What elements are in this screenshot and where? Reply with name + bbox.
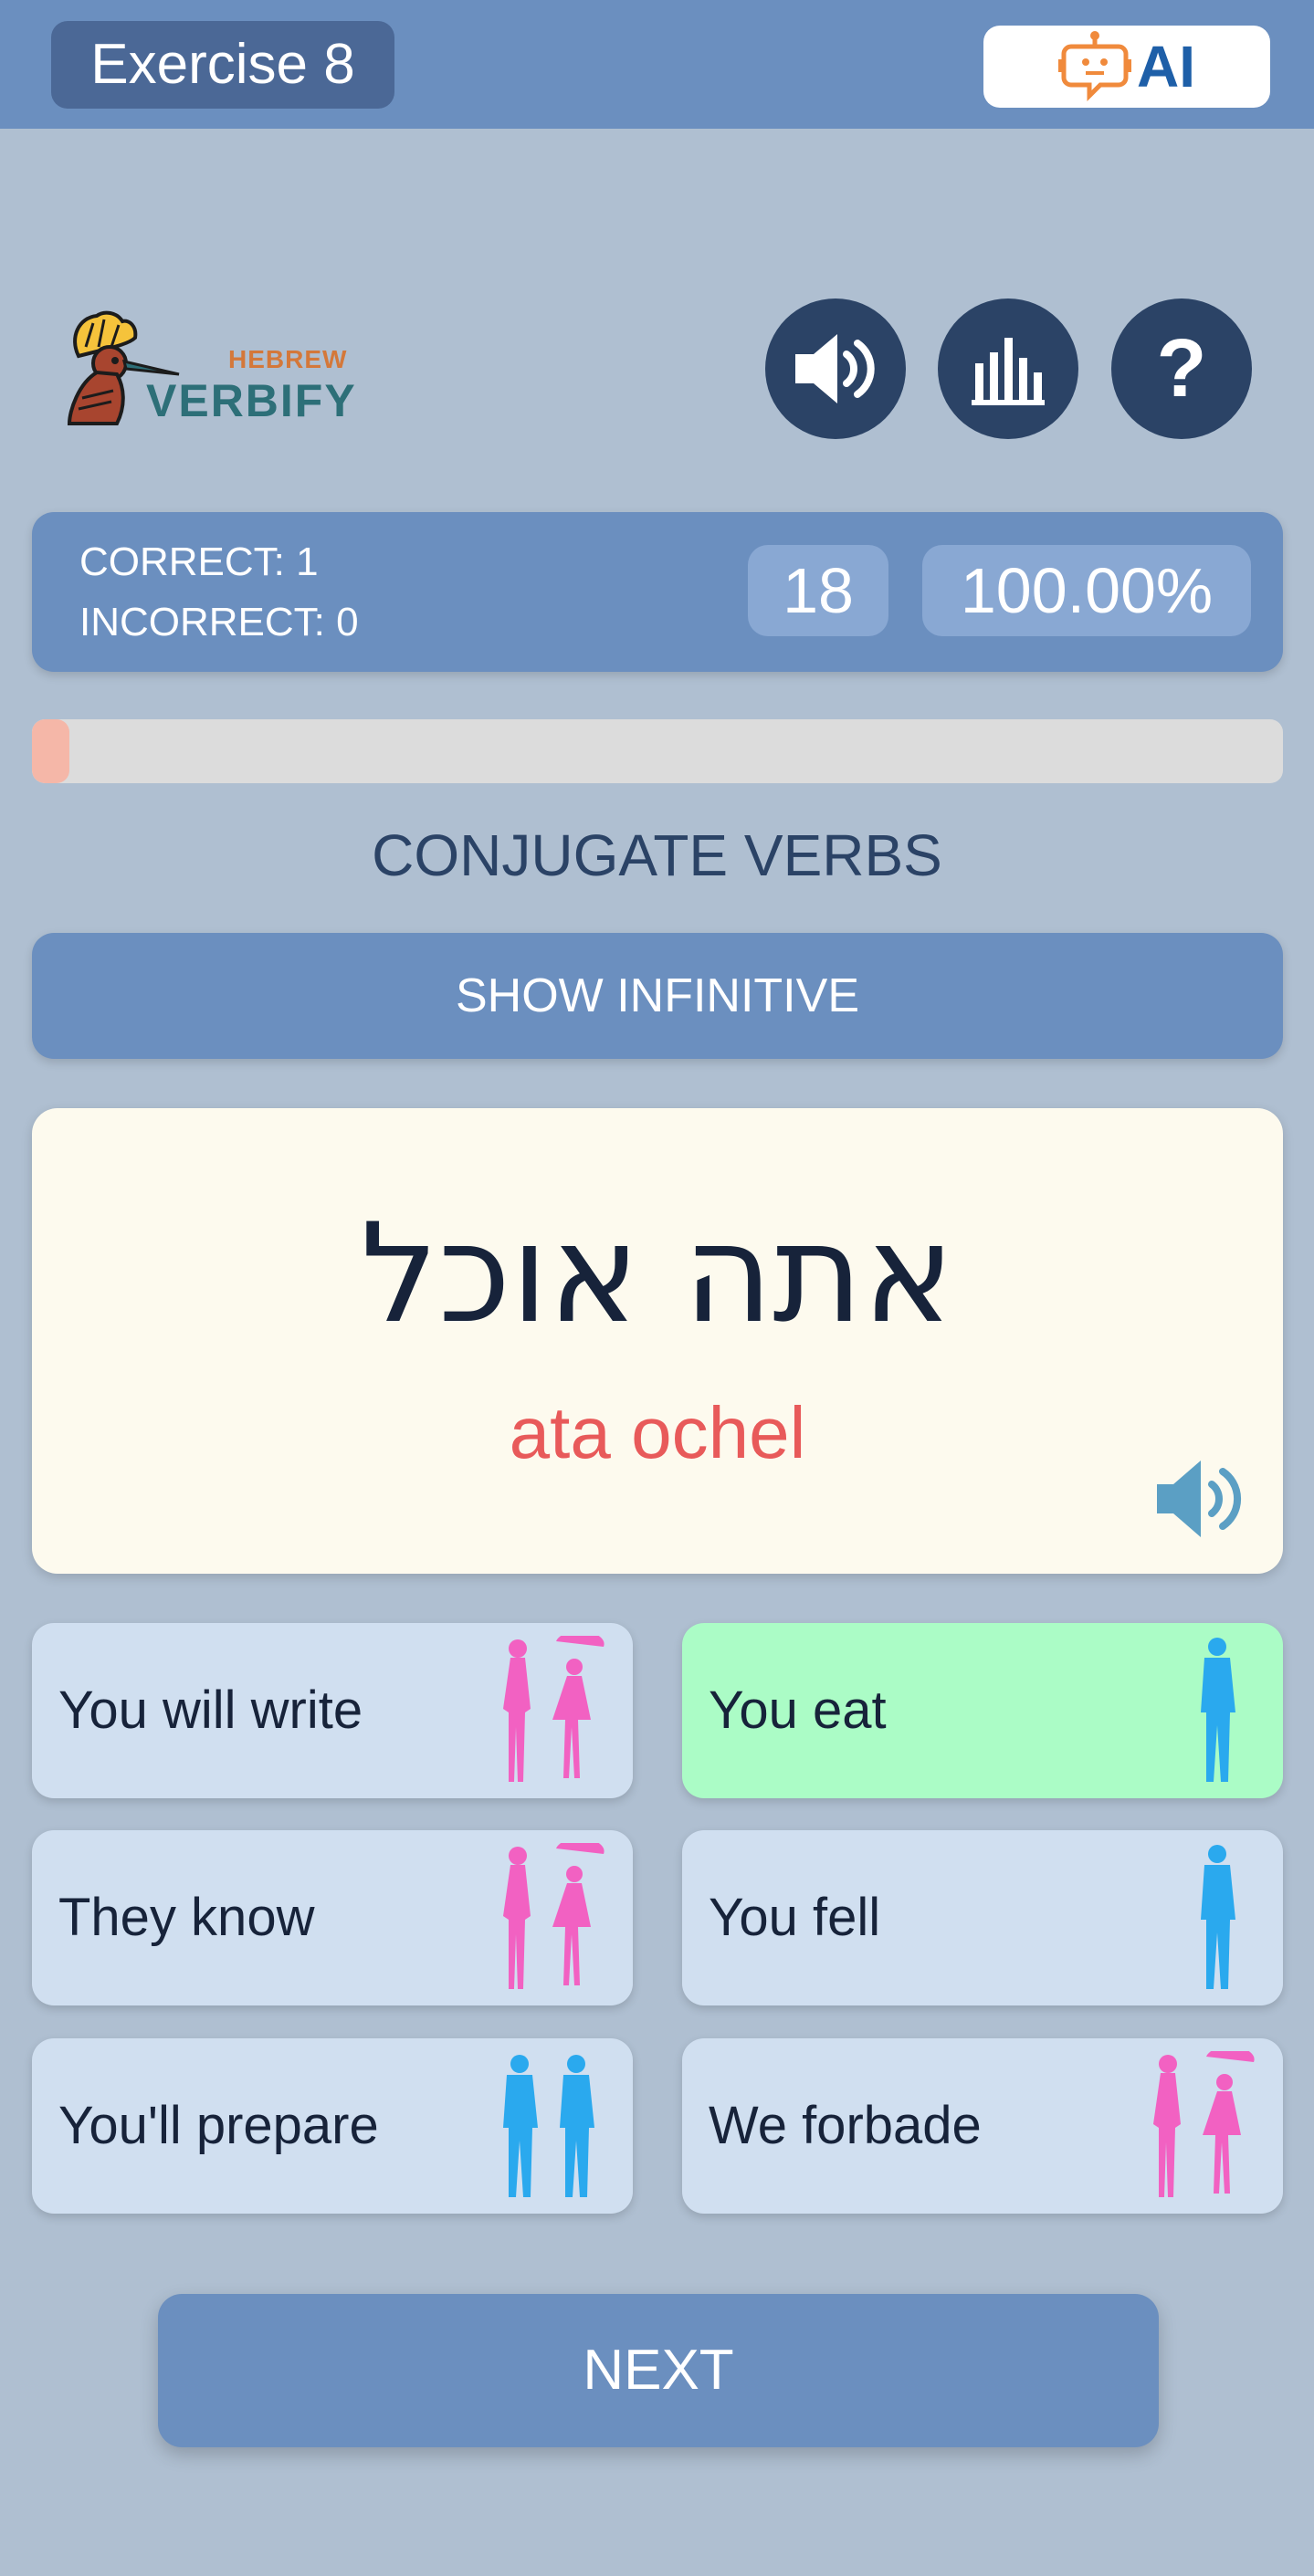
next-button[interactable]: NEXT xyxy=(158,2294,1159,2447)
correct-count: CORRECT: 1 xyxy=(79,539,319,584)
help-button[interactable]: ? xyxy=(1111,298,1252,439)
exercise-title: Exercise 8 xyxy=(51,21,394,109)
sound-toggle-button[interactable] xyxy=(765,298,906,439)
exercise-heading: CONJUGATE VERBS xyxy=(372,822,942,888)
ai-label: AI xyxy=(1137,34,1195,99)
answer-option-label: You'll prepare xyxy=(58,2096,379,2155)
answer-option[interactable]: You will write xyxy=(32,1623,633,1798)
bar-chart-icon xyxy=(972,338,1045,405)
word-card: אתה אוכל ata ochel xyxy=(32,1108,1283,1574)
female-pair-icon xyxy=(503,1636,604,1782)
top-bar: Exercise 8 AI xyxy=(0,0,1314,129)
answer-option-label: You fell xyxy=(709,1888,881,1947)
remaining-count-badge: 18 xyxy=(748,545,888,636)
male-pair-icon xyxy=(503,2055,594,2197)
incorrect-count: INCORRECT: 0 xyxy=(79,600,359,644)
show-infinitive-button[interactable]: SHOW INFINITIVE xyxy=(32,933,1283,1059)
male-single-icon xyxy=(1201,1845,1235,1989)
robot-chat-icon xyxy=(1058,31,1131,102)
male-single-icon xyxy=(1201,1638,1235,1782)
ai-assistant-button[interactable]: AI xyxy=(983,26,1270,108)
answer-option-label: They know xyxy=(58,1888,315,1947)
hebrew-word: אתה אוכל xyxy=(360,1195,955,1354)
logo-verbify-text: VERBIFY xyxy=(146,375,357,426)
question-mark-icon: ? xyxy=(1156,322,1207,414)
answer-option[interactable]: We forbade xyxy=(682,2038,1283,2214)
answer-option[interactable]: You'll prepare xyxy=(32,2038,633,2214)
accuracy-badge: 100.00% xyxy=(922,545,1251,636)
statistics-button[interactable] xyxy=(938,298,1078,439)
female-pair-icon xyxy=(503,1843,604,1989)
answer-option-label: You will write xyxy=(58,1681,363,1740)
logo-hebrew-text: HEBREW xyxy=(228,345,348,373)
answer-option[interactable]: They know xyxy=(32,1830,633,2005)
answer-option-label: We forbade xyxy=(709,2096,982,2155)
progress-fill xyxy=(32,719,70,783)
speaker-icon xyxy=(795,334,875,403)
progress-bar xyxy=(32,719,1283,783)
transliteration: ata ochel xyxy=(509,1392,806,1473)
answer-option-label: You eat xyxy=(709,1681,887,1740)
play-audio-icon[interactable] xyxy=(1153,1453,1245,1545)
score-panel: CORRECT: 1 INCORRECT: 0 18 100.00% xyxy=(32,512,1283,672)
answer-option[interactable]: You eat xyxy=(682,1623,1283,1798)
answer-option[interactable]: You fell xyxy=(682,1830,1283,2005)
female-pair-icon xyxy=(1153,2051,1255,2197)
